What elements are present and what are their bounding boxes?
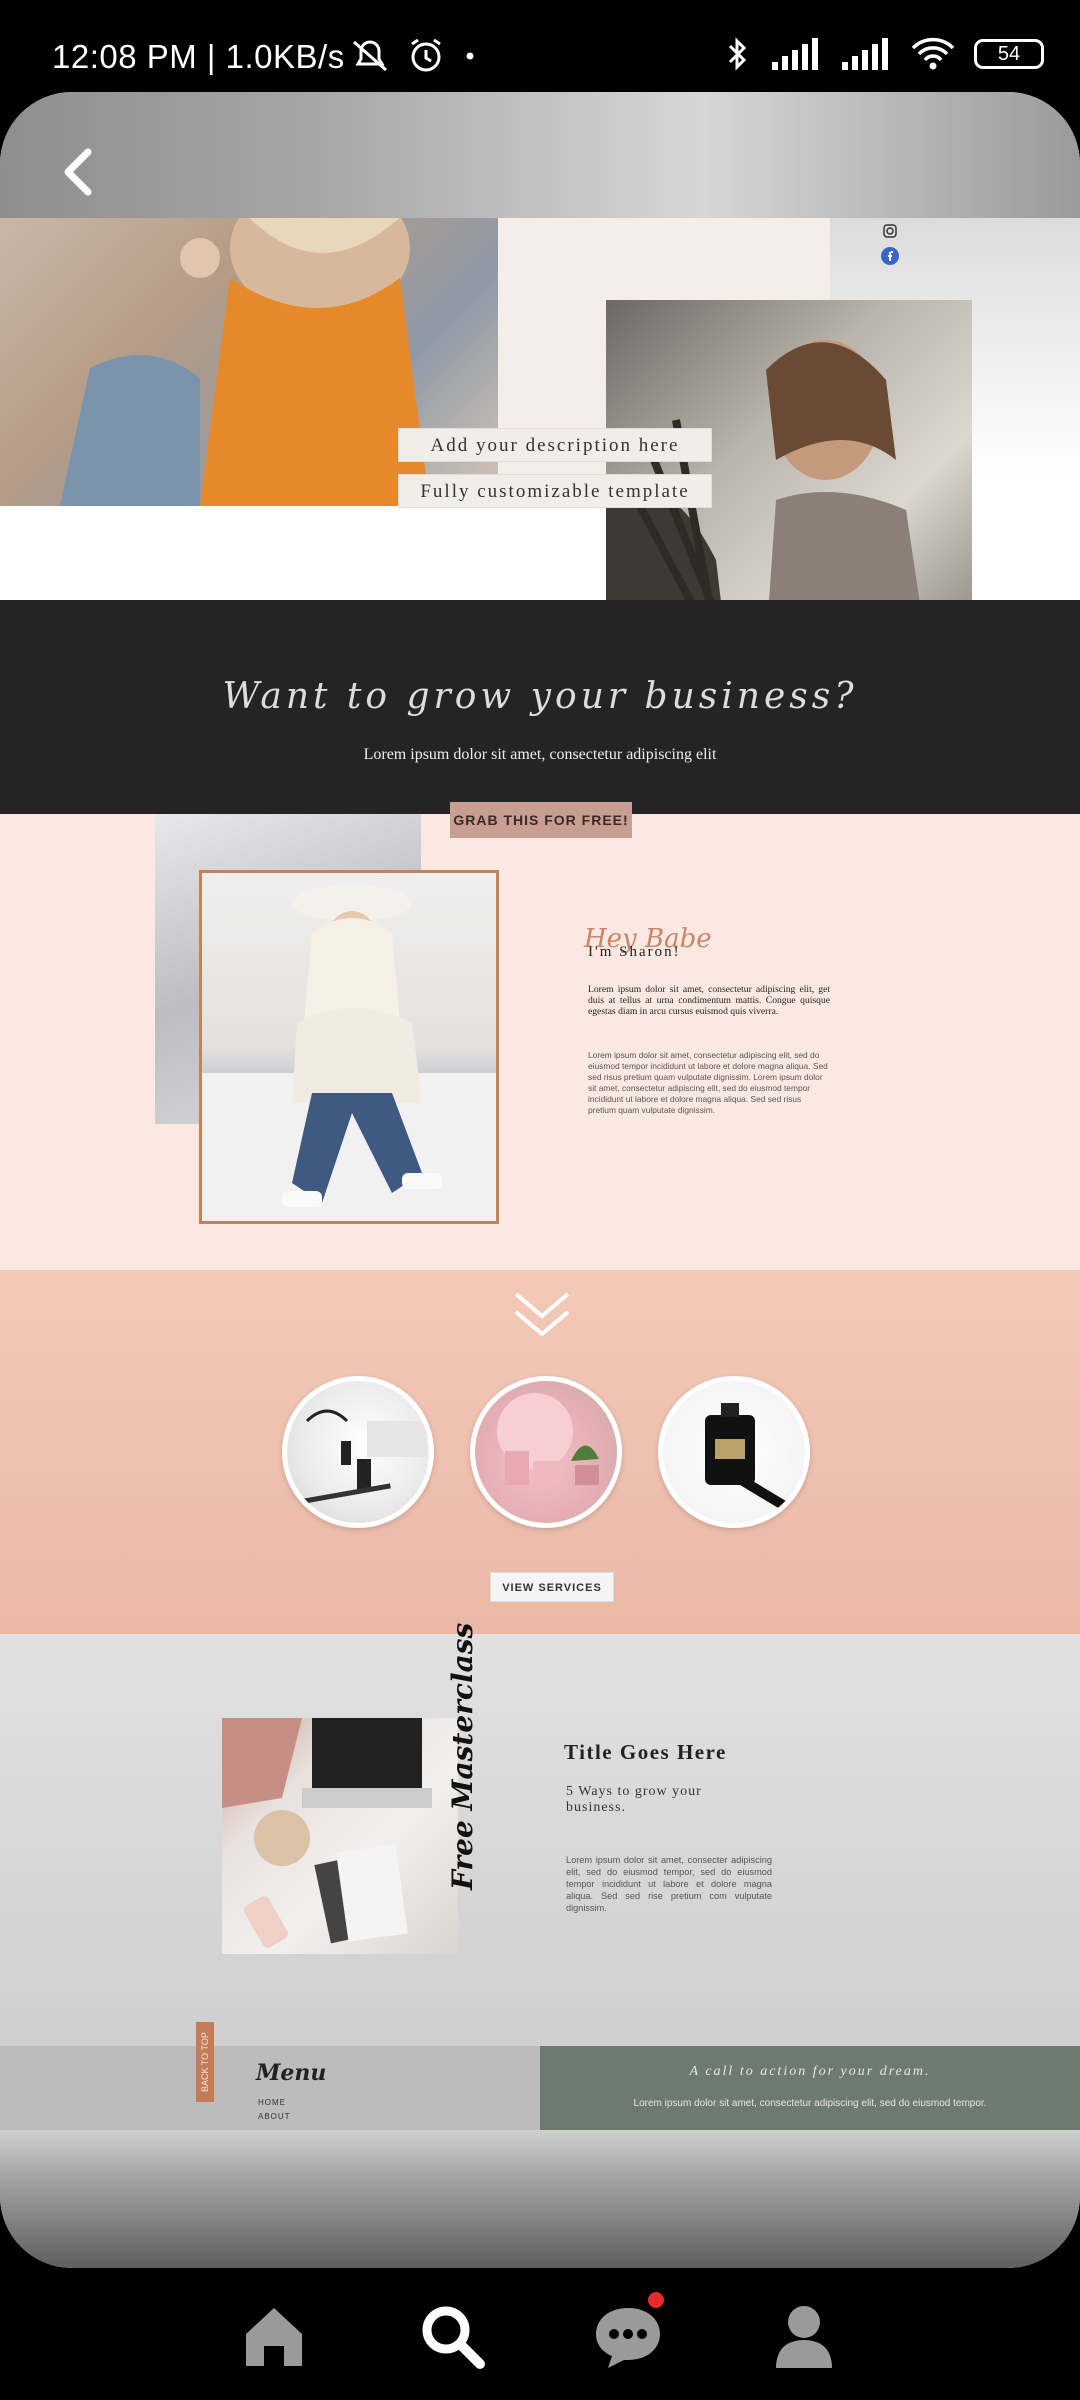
about-lead-text: Lorem ipsum dolor sit amet, consectetur … [588,984,830,1017]
about-section: Hey Babe I'm Sharon! Lorem ipsum dolor s… [0,814,1080,1270]
facebook-icon [881,247,899,265]
template-label: Fully customizable template [398,474,712,508]
footer-menu-title: Menu [256,2060,327,2086]
footer-menu-about[interactable]: ABOUT [258,2112,291,2121]
template-footer: BACK TO TOP Menu HOME ABOUT A call to ac… [0,2022,1080,2130]
desk-art [301,1409,427,1504]
cta-script-heading: Want to grow your business? [222,676,858,717]
hero-photo-1-art [60,218,430,506]
grab-free-button[interactable]: GRAB THIS FOR FREE! [450,802,632,838]
status-right-icons: 54 [722,34,1044,74]
laptop-art [222,1718,432,1948]
search-icon[interactable] [416,2300,488,2372]
bluetooth-icon [728,37,747,71]
masterclass-subtitle: 5 Ways to grow your business. [566,1784,702,1815]
service-image-pink-products[interactable] [470,1376,622,1528]
service-image-perfume[interactable] [658,1376,810,1528]
double-chevron-down-icon [514,1292,570,1337]
status-bar: 12:08 PM | 1.0KB/s 54 [0,0,1080,92]
notification-badge [648,2292,664,2308]
signal-icon [772,38,818,70]
about-name: I'm Sharon! [588,944,681,960]
pink-art [497,1393,599,1485]
status-time-speed: 12:08 PM | 1.0KB/s [52,38,345,75]
signal-icon-2 [842,38,888,70]
mute-bell-icon [353,40,387,72]
battery-icon: 54 [974,39,1044,69]
dot-icon [466,52,474,60]
back-to-top-tab[interactable]: BACK TO TOP [196,2022,214,2102]
status-left-icons [348,36,480,76]
masterclass-section: Free Masterclass Title Goes Here 5 Ways … [0,1623,1080,2046]
description-label: Add your description here [398,428,712,462]
hero-photo-2-art [606,340,926,644]
social-icons [880,224,900,266]
chat-icon[interactable] [592,2300,664,2372]
cta-lorem: Lorem ipsum dolor sit amet, consectetur … [363,746,717,763]
image-viewer-card: Add your description here Fully customiz… [0,92,1080,2268]
hero-photo-woman-orange-scarf [0,218,498,506]
masterclass-title: Title Goes Here [564,1740,727,1764]
profile-icon[interactable] [768,2300,840,2372]
alarm-icon [411,38,441,72]
cta-dark-band: Want to grow your business? Lorem ipsum … [0,600,1080,814]
masterclass-photo-laptop [222,1718,458,1954]
instagram-icon [883,224,897,238]
footer-cta: A call to action for your dream. [689,2064,931,2079]
footer-cta-body: Lorem ipsum dolor sit amet, consectetur … [633,2098,987,2109]
view-services-button[interactable]: VIEW SERVICES [490,1572,614,1602]
perfume-art [705,1403,796,1516]
bottom-blur [0,2130,1080,2268]
about-photo-woman-hat [199,870,499,1224]
battery-level: 54 [997,43,1021,65]
wifi-icon [911,37,955,70]
home-icon[interactable] [238,2300,310,2372]
service-image-desk[interactable] [282,1376,434,1528]
chevron-left-icon[interactable] [50,142,110,202]
services-section: VIEW SERVICES [0,1270,1080,1634]
hero-photo-woman-smiling [606,300,972,644]
about-photo-art [202,885,496,1221]
masterclass-script: Free Masterclass [446,1622,479,1890]
bottom-nav-bar [0,2268,1080,2400]
masterclass-body: Lorem ipsum dolor sit amet, consecter ad… [566,1855,772,1913]
footer-cta-block: A call to action for your dream. Lorem i… [540,2046,1080,2130]
top-blur-bar [0,92,1080,218]
about-body-text: Lorem ipsum dolor sit amet, consectetur … [588,1050,828,1115]
footer-menu-home[interactable]: HOME [258,2098,286,2107]
